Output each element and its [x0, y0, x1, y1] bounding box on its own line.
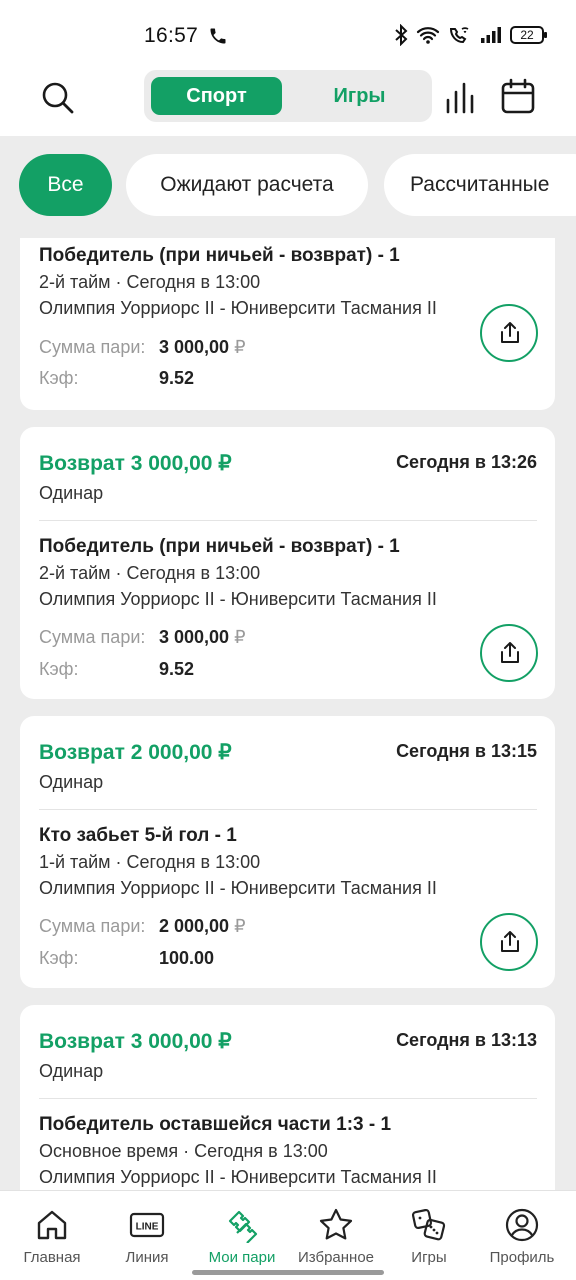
amount-number: 3 000,00 [159, 627, 230, 647]
bet-match: Олимпия Уорриорс II - Юниверсити Тасмани… [39, 298, 437, 318]
line-icon: LINE [129, 1212, 165, 1238]
tab-games[interactable]: Игры [294, 77, 425, 115]
share-button[interactable] [480, 624, 538, 682]
nav-profile[interactable]: Профиль [474, 1191, 570, 1280]
share-button[interactable] [480, 913, 538, 971]
calendar-icon[interactable] [500, 78, 536, 116]
bet-time: Сегодня в 13:26 [396, 452, 537, 472]
nav-label: Главная [23, 1249, 81, 1266]
status-time: 16:57 [144, 24, 199, 47]
wifi-call-icon [449, 27, 469, 44]
bet-card[interactable]: Возврат 3 000,00 ₽ Сегодня в 13:26 Одина… [20, 427, 555, 699]
bottom-nav: Главная LINE Линия Мои пари Избранное Иг… [0, 1190, 576, 1280]
battery-icon: 22 [510, 26, 547, 44]
bet-status: Возврат 3 000,00 ₽ [39, 1030, 232, 1053]
bet-card[interactable]: Возврат 2 000,00 ₽ Сегодня в 13:15 Одина… [20, 716, 555, 988]
amount-number: 3 000,00 [159, 337, 230, 357]
bet-time: Сегодня в 13:15 [396, 741, 537, 761]
status-bar: 16:57 22 [0, 0, 576, 68]
nav-label: Профиль [489, 1249, 555, 1266]
wifi-icon [416, 27, 440, 44]
bet-type: Одинар [39, 772, 104, 792]
profile-icon [505, 1208, 539, 1242]
amount-label: Сумма пари: [39, 337, 146, 357]
odds-value: 100.00 [159, 948, 215, 968]
home-indicator[interactable] [192, 1270, 384, 1275]
bluetooth-icon [395, 24, 408, 46]
currency: ₽ [234, 627, 246, 647]
amount-value: 2 000,00 ₽ [159, 916, 246, 937]
bet-market: Кто забьет 5-й гол - 1 [39, 825, 237, 846]
search-icon[interactable] [38, 78, 78, 118]
dice-icon [411, 1208, 446, 1241]
bet-market: Победитель (при ничьей - возврат) - 1 [39, 536, 400, 557]
bet-type: Одинар [39, 483, 104, 503]
nav-label: Игры [411, 1249, 447, 1266]
bet-time: Сегодня в 13:13 [396, 1030, 537, 1050]
status-icons: 22 [394, 24, 547, 46]
bet-period: 1-й тайм · Сегодня в 13:00 [39, 852, 261, 872]
share-button[interactable] [480, 304, 538, 362]
amount-value: 3 000,00 ₽ [159, 337, 246, 358]
signal-icon [481, 27, 501, 43]
currency: ₽ [234, 916, 246, 936]
nav-favorites[interactable]: Избранное [288, 1191, 384, 1280]
share-icon [501, 322, 519, 343]
bet-market: Победитель (при ничьей - возврат) - 1 [39, 245, 400, 266]
nav-label: Избранное [297, 1249, 375, 1266]
share-icon [501, 642, 519, 663]
nav-line[interactable]: LINE Линия [99, 1191, 195, 1280]
sport-games-switch: Спорт Игры [144, 70, 432, 122]
bet-type: Одинар [39, 1061, 104, 1081]
amount-value: 3 000,00 ₽ [159, 627, 246, 648]
bet-card[interactable]: Победитель (при ничьей - возврат) - 1 2-… [20, 238, 555, 410]
star-icon [319, 1208, 353, 1240]
share-icon [501, 931, 519, 952]
amount-label: Сумма пари: [39, 627, 146, 647]
phone-icon [210, 28, 226, 44]
divider [39, 520, 537, 521]
bet-market: Победитель оставшейся части 1:3 - 1 [39, 1114, 392, 1135]
stats-icon[interactable] [444, 80, 478, 116]
tickets-icon [228, 1210, 258, 1243]
odds-label: Кэф: [39, 659, 79, 679]
bet-period: Основное время · Сегодня в 13:00 [39, 1141, 328, 1161]
nav-label: Линия [125, 1249, 169, 1266]
bet-match: Олимпия Уорриорс II - Юниверсити Тасмани… [39, 589, 437, 609]
nav-home[interactable]: Главная [4, 1191, 100, 1280]
filter-pending[interactable]: Ожидают расчета [126, 154, 368, 216]
home-icon [37, 1210, 67, 1240]
nav-my-bets[interactable]: Мои пари [194, 1191, 290, 1280]
bet-match: Олимпия Уорриорс II - Юниверсити Тасмани… [39, 878, 437, 898]
filter-all[interactable]: Все [19, 154, 112, 216]
odds-label: Кэф: [39, 948, 79, 968]
bet-status: Возврат 3 000,00 ₽ [39, 452, 232, 475]
filter-chips: Все Ожидают расчета Рассчитанные [0, 154, 576, 218]
odds-value: 9.52 [159, 659, 195, 679]
filter-settled[interactable]: Рассчитанные [384, 154, 576, 216]
bet-period: 2-й тайм · Сегодня в 13:00 [39, 563, 261, 583]
amount-label: Сумма пари: [39, 916, 146, 936]
odds-label: Кэф: [39, 368, 79, 388]
divider [39, 809, 537, 810]
divider [39, 1098, 537, 1099]
nav-games[interactable]: Игры [381, 1191, 477, 1280]
bet-status: Возврат 2 000,00 ₽ [39, 741, 232, 764]
bets-list: Победитель (при ничьей - возврат) - 1 2-… [0, 238, 576, 1190]
tab-sport[interactable]: Спорт [151, 77, 282, 115]
amount-number: 2 000,00 [159, 916, 230, 936]
nav-label: Мои пари [208, 1249, 276, 1266]
header: Спорт Игры [0, 68, 576, 136]
bet-period: 2-й тайм · Сегодня в 13:00 [39, 272, 261, 292]
currency: ₽ [234, 337, 246, 357]
line-icon-text: LINE [136, 1222, 159, 1233]
bet-match: Олимпия Уорриорс II - Юниверсити Тасмани… [39, 1167, 437, 1187]
odds-value: 9.52 [159, 368, 195, 388]
bet-card[interactable]: Возврат 3 000,00 ₽ Сегодня в 13:13 Одина… [20, 1005, 555, 1190]
